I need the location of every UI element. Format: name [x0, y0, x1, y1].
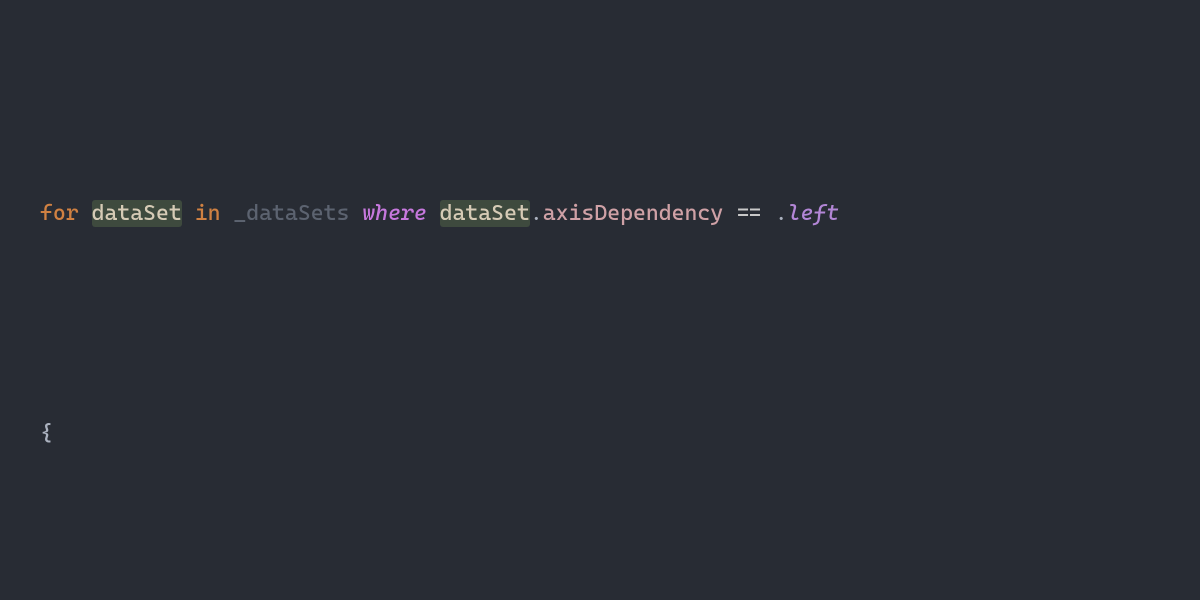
operator-eqeq: ==: [736, 201, 762, 226]
keyword-for: for: [40, 201, 79, 226]
variable-dataset: dataSet: [92, 200, 182, 227]
code-line: {: [0, 412, 1200, 456]
keyword-in: in: [195, 201, 221, 226]
variable-datasets: _dataSets: [233, 201, 349, 226]
dot: .: [530, 201, 543, 226]
dot: .: [775, 201, 788, 226]
enum-left: left: [788, 201, 840, 226]
brace-open: {: [40, 421, 53, 446]
code-line: for dataSet in _dataSets where dataSet.a…: [0, 192, 1200, 236]
property-axisdependency: axisDependency: [543, 201, 723, 226]
variable-dataset: dataSet: [440, 200, 530, 227]
keyword-where: where: [362, 201, 426, 226]
code-editor[interactable]: for dataSet in _dataSets where dataSet.a…: [0, 0, 1200, 600]
